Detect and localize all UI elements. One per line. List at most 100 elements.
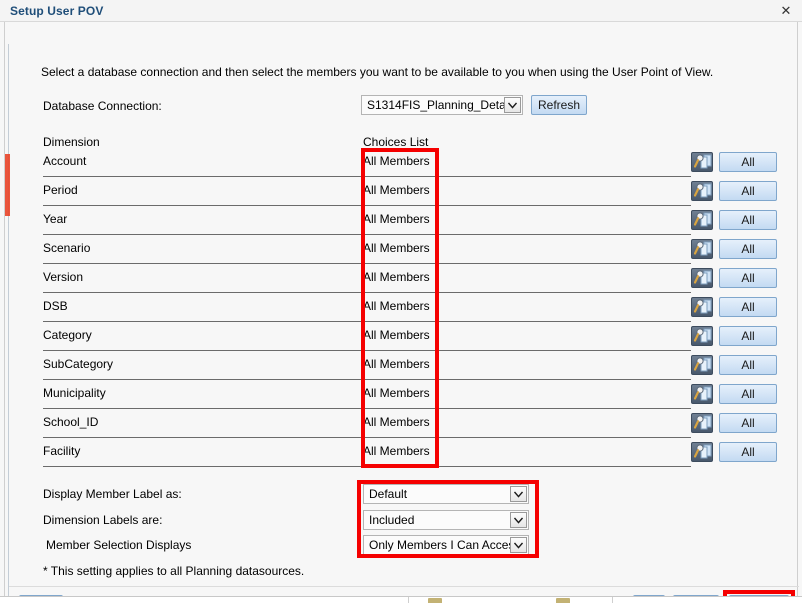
display-member-label-select[interactable]: Default [363, 484, 529, 504]
member-select-icon [693, 385, 713, 403]
choices-list-value: All Members [363, 212, 430, 226]
member-select-icon-button[interactable] [691, 239, 713, 259]
select-all-button[interactable]: All [719, 152, 777, 172]
edge-marker [5, 154, 10, 216]
member-select-icon [693, 327, 713, 345]
select-all-button[interactable]: All [719, 297, 777, 317]
select-all-button[interactable]: All [719, 384, 777, 404]
intro-text: Select a database connection and then se… [41, 65, 713, 79]
choices-list-value: All Members [363, 299, 430, 313]
member-select-icon-button[interactable] [691, 355, 713, 375]
member-selection-displays-label: Member Selection Displays [46, 538, 191, 552]
chevron-down-icon[interactable] [504, 97, 521, 113]
member-select-icon [693, 443, 713, 461]
member-select-icon-button[interactable] [691, 210, 713, 230]
select-all-button[interactable]: All [719, 442, 777, 462]
member-select-icon-button[interactable] [691, 384, 713, 404]
column-header-dimension: Dimension [43, 135, 100, 149]
title-bar: Setup User POV ✕ [0, 0, 802, 22]
table-row: Account All Members [43, 148, 691, 177]
select-all-button[interactable]: All [719, 268, 777, 288]
dimension-name: Facility [43, 444, 80, 458]
member-select-icon-button[interactable] [691, 326, 713, 346]
member-select-icon-button[interactable] [691, 268, 713, 288]
close-icon[interactable]: ✕ [778, 3, 794, 19]
refresh-button[interactable]: Refresh [531, 95, 587, 115]
dimension-name: Municipality [43, 386, 106, 400]
table-row: Municipality All Members [43, 380, 691, 409]
dimension-name: SubCategory [43, 357, 113, 371]
dimension-name: Version [43, 270, 83, 284]
page-title: Setup User POV [10, 4, 103, 18]
display-member-label-label: Display Member Label as: [43, 487, 182, 501]
chevron-down-icon[interactable] [510, 537, 527, 553]
chevron-down-icon[interactable] [510, 512, 527, 528]
member-select-icon [693, 153, 713, 171]
choices-list-value: All Members [363, 386, 430, 400]
dimension-name: School_ID [43, 415, 98, 429]
dimension-name: Period [43, 183, 78, 197]
choices-list-value: All Members [363, 328, 430, 342]
member-select-icon [693, 240, 713, 258]
choices-list-value: All Members [363, 415, 430, 429]
table-row: Category All Members [43, 322, 691, 351]
member-selection-displays-value: Only Members I Can Access [369, 538, 520, 552]
member-select-icon [693, 269, 713, 287]
table-row: Year All Members [43, 206, 691, 235]
choices-list-value: All Members [363, 444, 430, 458]
settings-note: * This setting applies to all Planning d… [43, 564, 304, 578]
select-all-button[interactable]: All [719, 413, 777, 433]
setup-user-pov-dialog: Setup User POV ✕ Select a database conne… [0, 0, 802, 603]
table-row: School_ID All Members [43, 409, 691, 438]
select-all-button[interactable]: All [719, 355, 777, 375]
dimension-name: Scenario [43, 241, 90, 255]
member-select-icon [693, 211, 713, 229]
table-row: Period All Members [43, 177, 691, 206]
table-row: Facility All Members [43, 438, 691, 467]
database-connection-value: S1314FIS_Planning_Detail [367, 98, 511, 112]
background-icon [428, 598, 442, 603]
member-select-icon-button[interactable] [691, 181, 713, 201]
member-select-icon [693, 356, 713, 374]
table-row: Scenario All Members [43, 235, 691, 264]
select-all-button[interactable]: All [719, 181, 777, 201]
background-icon [556, 598, 570, 603]
choices-list-value: All Members [363, 154, 430, 168]
member-select-icon-button[interactable] [691, 413, 713, 433]
database-connection-select[interactable]: S1314FIS_Planning_Detail [361, 95, 523, 115]
row-divider [43, 466, 691, 467]
dimension-name: Account [43, 154, 86, 168]
dimension-name: Category [43, 328, 92, 342]
background-separator [408, 597, 409, 603]
choices-list-value: All Members [363, 270, 430, 284]
member-select-icon [693, 298, 713, 316]
dimension-name: DSB [43, 299, 68, 313]
member-select-icon [693, 182, 713, 200]
select-all-button[interactable]: All [719, 326, 777, 346]
select-all-button[interactable]: All [719, 210, 777, 230]
footer-divider [9, 586, 799, 587]
column-header-choices-list: Choices List [363, 135, 428, 149]
dimension-labels-value: Included [369, 513, 414, 527]
choices-list-value: All Members [363, 183, 430, 197]
member-select-icon-button[interactable] [691, 297, 713, 317]
member-selection-displays-select[interactable]: Only Members I Can Access [363, 535, 529, 555]
table-row: Version All Members [43, 264, 691, 293]
dialog-body: Select a database connection and then se… [4, 22, 798, 603]
left-rail-divider [8, 44, 9, 603]
member-select-icon-button[interactable] [691, 152, 713, 172]
background-separator [612, 597, 613, 603]
member-select-icon-button[interactable] [691, 442, 713, 462]
display-member-label-value: Default [369, 487, 407, 501]
dimension-name: Year [43, 212, 67, 226]
choices-list-value: All Members [363, 357, 430, 371]
member-select-icon [693, 414, 713, 432]
chevron-down-icon[interactable] [510, 486, 527, 502]
background-window-strip [0, 596, 802, 603]
table-row: DSB All Members [43, 293, 691, 322]
choices-list-value: All Members [363, 241, 430, 255]
table-row: SubCategory All Members [43, 351, 691, 380]
select-all-button[interactable]: All [719, 239, 777, 259]
database-connection-label: Database Connection: [43, 99, 162, 113]
dimension-labels-select[interactable]: Included [363, 510, 529, 530]
